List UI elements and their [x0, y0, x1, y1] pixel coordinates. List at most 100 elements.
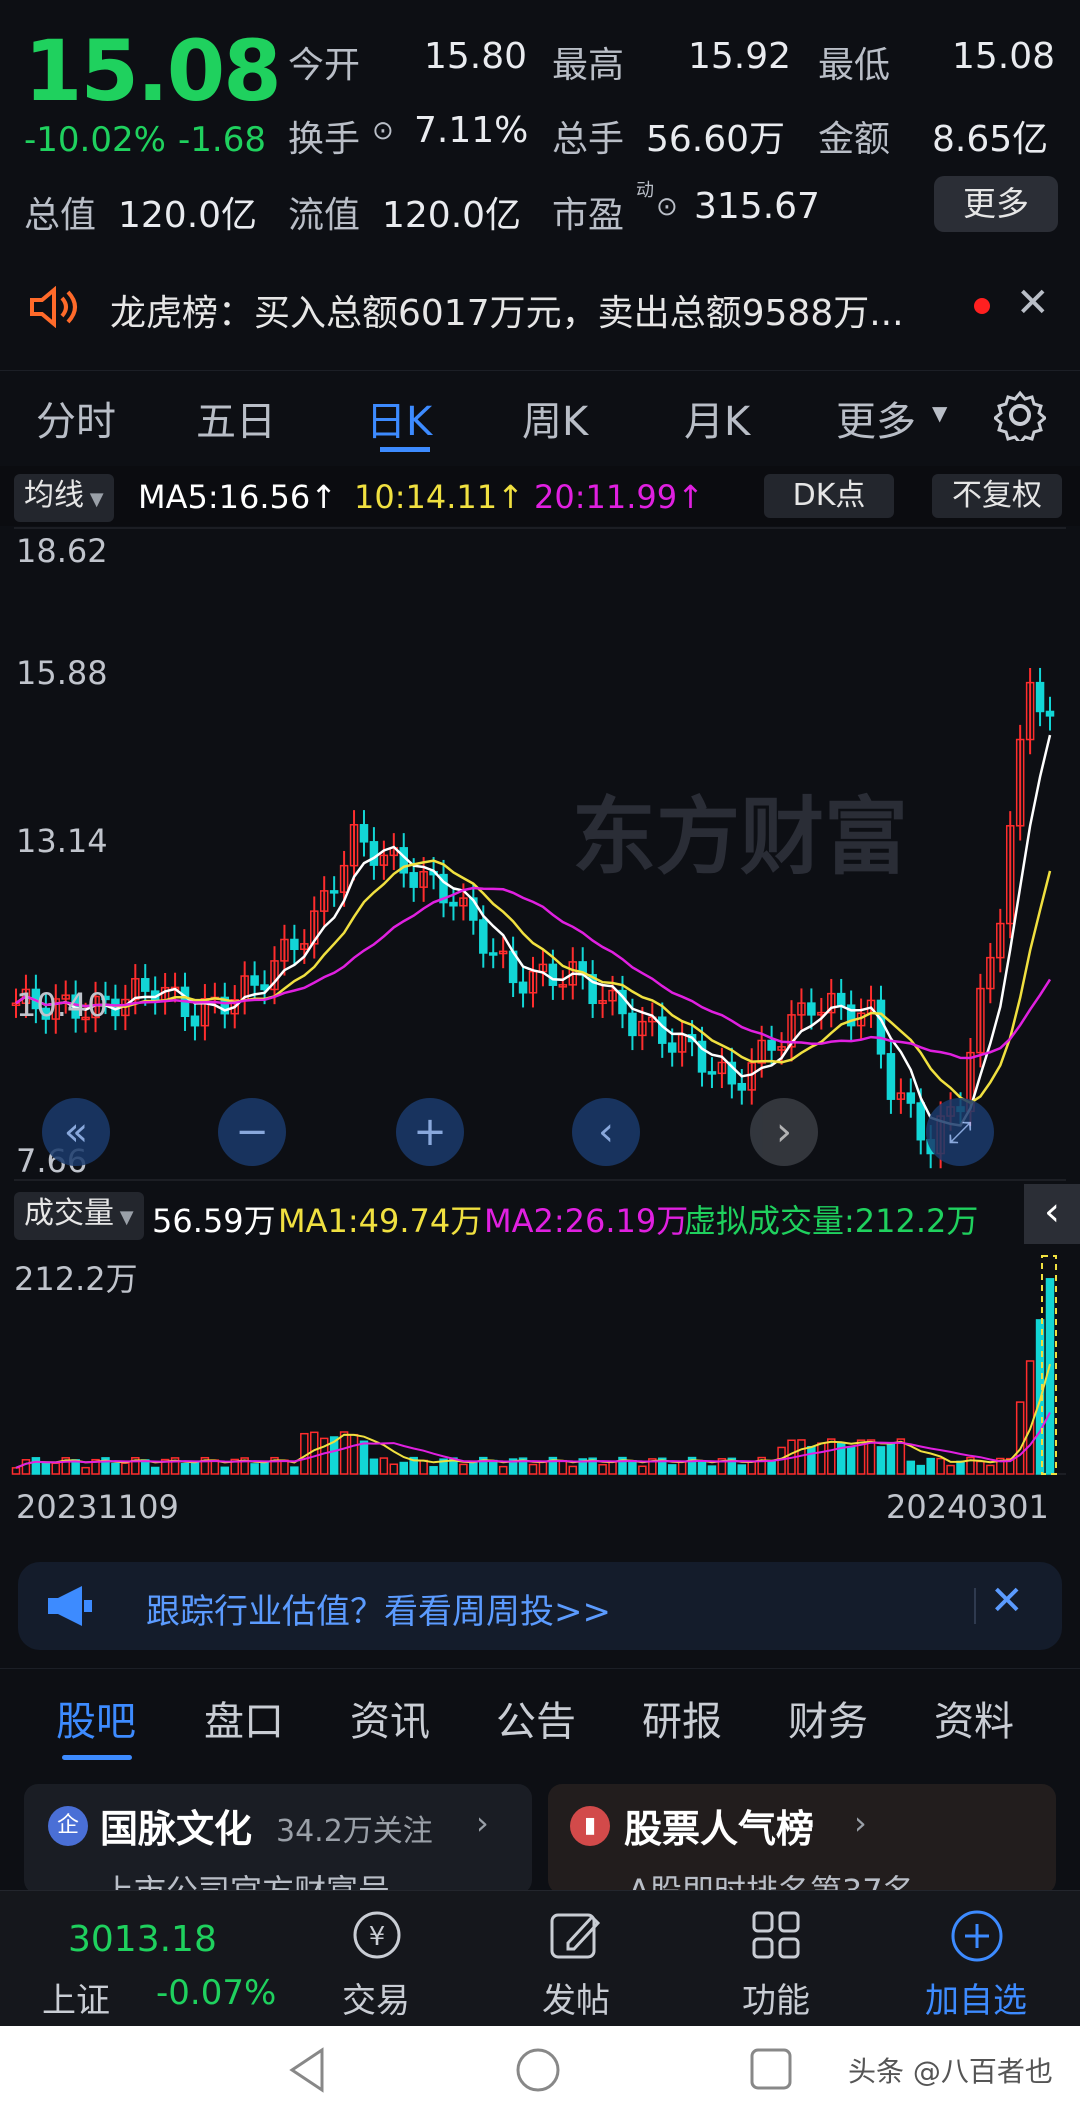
date-start: 20231109 — [16, 1488, 179, 1526]
recents-icon[interactable] — [748, 2046, 794, 2092]
open-value: 15.80 — [424, 36, 528, 77]
pe-info-icon[interactable]: ⊙ — [656, 192, 678, 222]
volume-bar — [936, 1457, 945, 1475]
tab-yuek[interactable]: 月K — [684, 389, 750, 447]
nav-add-watchlist[interactable]: 加自选 — [900, 1973, 1052, 2022]
prev-button[interactable]: ‹ — [572, 1098, 640, 1166]
notice-bar[interactable]: 龙虎榜：买入总额6017万元，卖出总额9588万... ✕ — [0, 258, 1080, 354]
price-axis-3: 13.14 — [16, 822, 108, 860]
tab-wuri[interactable]: 五日 — [196, 389, 276, 447]
index-value[interactable]: 3013.18 — [68, 1919, 217, 1960]
candle-body — [916, 1102, 925, 1141]
more-button[interactable]: 更多 — [934, 176, 1058, 232]
nav-functions[interactable]: 功能 — [700, 1973, 852, 2022]
bottom-bar: 3013.18 上证 -0.07% ¥ 交易 发帖 功能 加自选 — [0, 1890, 1080, 2026]
gear-icon[interactable] — [994, 389, 1046, 441]
volume-chart[interactable]: 212.2万 — [0, 1246, 1080, 1478]
candle-body — [767, 1039, 776, 1051]
banner-close-icon[interactable]: ✕ — [990, 1578, 1024, 1624]
candle-body — [886, 1053, 896, 1100]
volume-bar — [81, 1466, 90, 1475]
volume-bar — [817, 1442, 826, 1475]
candle-body — [409, 872, 418, 888]
section-active-underline — [62, 1755, 132, 1760]
nav-post[interactable]: 发帖 — [500, 1973, 652, 2022]
volume-bar — [389, 1463, 399, 1475]
volume-bar — [290, 1466, 299, 1475]
tab-zixun[interactable]: 资讯 — [350, 1689, 430, 1747]
zoom-in-button[interactable]: + — [396, 1098, 464, 1166]
candle-body — [876, 999, 886, 1055]
period-tabs: 分时 五日 日K 周K 月K 更多 ▼ — [0, 370, 1080, 460]
nav-trade[interactable]: 交易 — [300, 1973, 452, 2022]
volume-bar — [598, 1463, 607, 1475]
tab-pankou[interactable]: 盘口 — [204, 1689, 284, 1747]
candle-body — [488, 952, 498, 956]
volume-bar — [866, 1439, 876, 1475]
company-card[interactable]: 企 国脉文化 34.2万关注 › 上市公司官方财富号 — [24, 1784, 532, 1894]
volume-bar — [767, 1460, 776, 1475]
dk-button[interactable]: DK点 — [764, 474, 894, 518]
volume-bar — [51, 1462, 61, 1475]
candle-body — [628, 1012, 637, 1037]
tab-fenshi[interactable]: 分时 — [36, 389, 116, 447]
zoom-out-button[interactable]: − — [218, 1098, 286, 1166]
info-icon[interactable]: ⊙ — [372, 116, 394, 146]
company-chevron-icon: › — [476, 1804, 489, 1842]
tab-guba[interactable]: 股吧 — [56, 1689, 136, 1747]
volume-bar — [121, 1462, 130, 1475]
volume-bar — [399, 1461, 408, 1475]
home-icon[interactable] — [514, 2046, 562, 2094]
last-price: 15.08 — [24, 22, 282, 120]
candle-body — [290, 938, 299, 951]
tab-yanbao[interactable]: 研报 — [642, 1689, 722, 1747]
tab-caiwu[interactable]: 财务 — [788, 1689, 868, 1747]
volume-ma2: MA2:26.19万 — [484, 1202, 689, 1240]
ma-selector[interactable]: 均线 ▼ — [14, 474, 114, 522]
post-icon — [550, 1913, 601, 1959]
volume-bar — [926, 1457, 935, 1475]
rewind-button[interactable]: « — [42, 1098, 110, 1166]
tab-gonggao[interactable]: 公告 — [496, 1689, 576, 1747]
volume-axis-max: 212.2万 — [14, 1260, 138, 1298]
kline-chart[interactable]: 东方财富 18.62 15.88 13.14 10.40 7.66 « − + … — [0, 526, 1080, 1184]
unread-dot — [974, 298, 990, 314]
open-label: 今开 — [288, 45, 361, 86]
speaker-icon — [30, 286, 77, 328]
amount-value: 8.65亿 — [932, 119, 1049, 160]
volume-bar — [220, 1466, 230, 1475]
index-change: -0.07% — [156, 1973, 277, 2013]
candle-body — [479, 919, 488, 954]
close-icon[interactable]: ✕ — [1016, 280, 1050, 326]
next-button[interactable]: › — [750, 1098, 818, 1166]
fullscreen-icon[interactable]: ⤢ — [926, 1098, 994, 1166]
volume-bar — [419, 1459, 428, 1475]
back-icon[interactable] — [286, 2046, 330, 2094]
tab-ziliao[interactable]: 资料 — [934, 1689, 1014, 1747]
popularity-card[interactable]: ▮ 股票人气榜 › A股即时排名第37名 — [548, 1784, 1056, 1894]
turnover-label: 换手 — [288, 119, 361, 160]
adjust-button[interactable]: 不复权 — [932, 474, 1062, 518]
ma20-value: 20:11.99↑ — [534, 478, 704, 516]
tab-more[interactable]: 更多 — [836, 389, 916, 447]
volume-bar — [677, 1461, 687, 1475]
candle-body — [141, 978, 150, 992]
volume-bar — [946, 1464, 955, 1475]
kline-svg: 东方财富 — [11, 527, 1066, 1181]
volume-selector[interactable]: 成交量 ▼ — [14, 1192, 144, 1240]
float-label: 流值 — [288, 195, 361, 236]
candle-body — [836, 992, 846, 1006]
volume-bar — [568, 1465, 578, 1475]
candle-body — [658, 1016, 667, 1044]
volume-bar: 成交量 ▼ 56.59万 MA1:49.74万 MA2:26.19万 虚拟成交量… — [0, 1184, 1080, 1244]
candle-body — [667, 1042, 677, 1053]
tab-zhouk[interactable]: 周K — [522, 389, 588, 447]
tab-rik[interactable]: 日K — [366, 389, 432, 447]
collapse-button[interactable]: ‹ — [1024, 1184, 1080, 1244]
price-axis-2: 15.88 — [16, 654, 108, 692]
candle-body — [548, 963, 558, 986]
candle-body — [1045, 710, 1055, 717]
volume-bar — [180, 1463, 190, 1475]
promo-banner[interactable]: 跟踪行业估值？看看周周投>> ✕ — [18, 1562, 1062, 1650]
volume-bar — [260, 1462, 269, 1475]
